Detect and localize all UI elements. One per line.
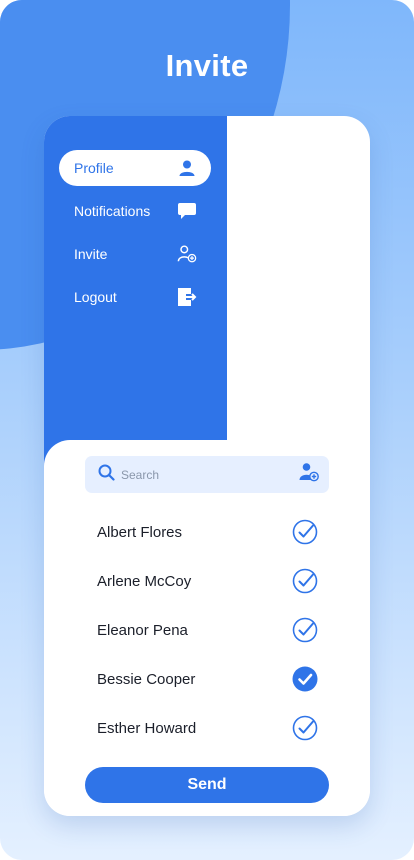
chat-bubble-icon — [177, 201, 197, 221]
contact-row[interactable]: Arlene McCoy — [97, 566, 318, 596]
menu-item-label: Profile — [74, 160, 114, 176]
invite-screen: Invite Profile Notifications Invite Logo… — [0, 0, 414, 860]
send-button[interactable]: Send — [85, 767, 329, 803]
user-icon — [177, 158, 197, 178]
add-contact-icon[interactable] — [299, 462, 319, 487]
check-circle-filled-icon[interactable] — [292, 666, 318, 692]
contact-row-selected[interactable]: Bessie Cooper — [97, 664, 318, 694]
invite-card: Profile Notifications Invite Logout Sear… — [44, 116, 370, 816]
contact-name: Arlene McCoy — [97, 572, 192, 590]
menu-item-profile[interactable]: Profile — [59, 150, 211, 186]
contact-name: Eleanor Pena — [97, 621, 188, 639]
check-circle-icon[interactable] — [292, 519, 318, 545]
contact-name: Esther Howard — [97, 719, 197, 737]
menu-item-logout[interactable]: Logout — [59, 279, 211, 315]
menu-item-invite[interactable]: Invite — [59, 236, 211, 272]
menu-item-label: Notifications — [74, 203, 151, 219]
check-circle-icon[interactable] — [292, 568, 318, 594]
search-bar — [85, 456, 329, 493]
menu-item-label: Logout — [74, 289, 117, 305]
contact-name: Albert Flores — [97, 523, 183, 541]
page-title: Invite — [165, 48, 249, 83]
check-circle-icon[interactable] — [292, 617, 318, 643]
logout-icon — [177, 287, 197, 307]
contact-name: Bessie Cooper — [97, 670, 196, 688]
contact-row[interactable]: Albert Flores — [97, 517, 318, 547]
menu-item-notifications[interactable]: Notifications — [59, 193, 211, 229]
contact-row[interactable]: Esther Howard — [97, 713, 318, 743]
side-menu: Profile Notifications Invite Logout — [44, 116, 227, 476]
contacts-panel: Albert Flores Arlene McCoy Eleanor Pena — [44, 440, 370, 816]
search-input[interactable] — [121, 467, 299, 482]
check-circle-icon[interactable] — [292, 715, 318, 741]
search-icon — [98, 464, 115, 486]
add-user-icon — [177, 244, 197, 264]
contact-row[interactable]: Eleanor Pena — [97, 615, 318, 645]
menu-item-label: Invite — [74, 246, 108, 262]
